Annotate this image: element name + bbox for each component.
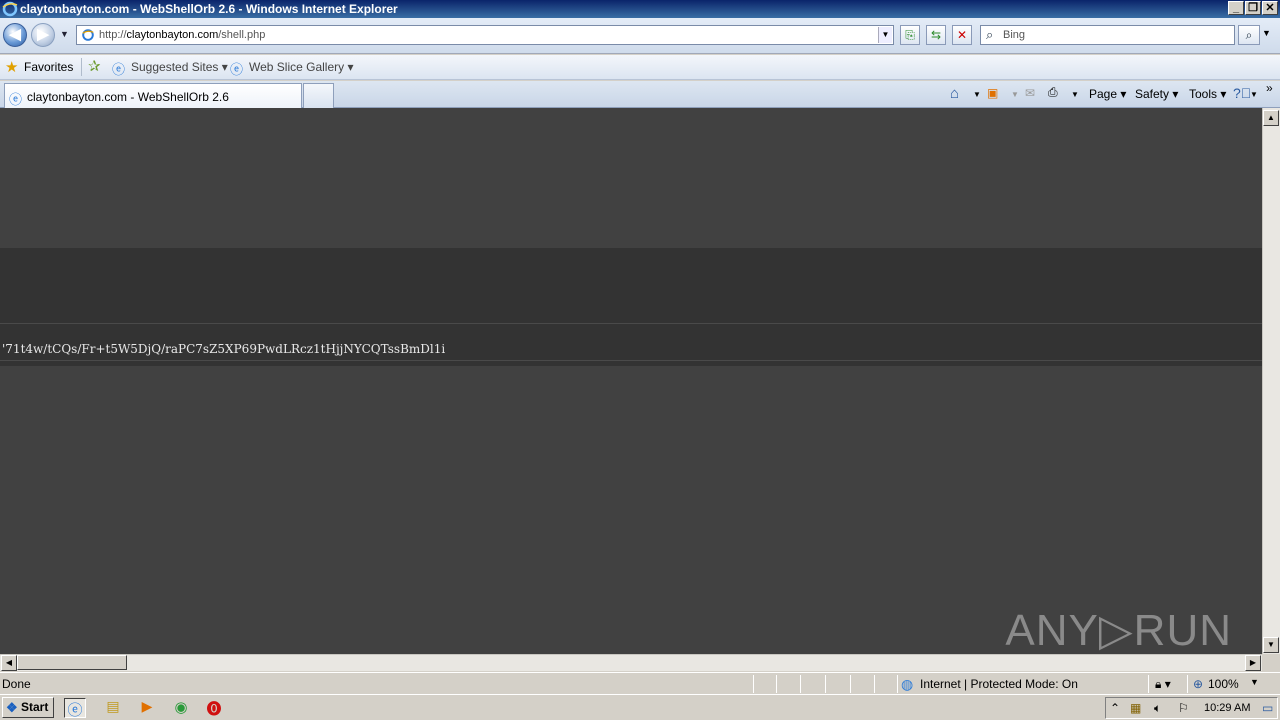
clock[interactable]: 10:29 AM [1204, 702, 1250, 714]
navigation-bar: ◀ ▶ ▼ http://claytonbayton.com/shell.php… [0, 18, 1280, 54]
back-button[interactable]: ◀ [3, 23, 27, 47]
favorites-bar: ★ Favorites ✰ ⓔ Suggested Sites ▾ ⓔ Web … [0, 55, 1280, 80]
tab-active[interactable]: ⓔ claytonbayton.com - WebShellOrb 2.6 [4, 83, 302, 108]
add-to-favorites-icon[interactable]: ✰ [88, 57, 101, 75]
search-magnifier-icon: ⌕ [986, 27, 994, 42]
taskbar-media-player-icon[interactable]: ▶ [136, 698, 158, 718]
web-slice-gallery-link[interactable]: Web Slice Gallery ▾ [249, 60, 354, 74]
zoom-icon[interactable]: ⊕ [1193, 677, 1203, 691]
feeds-dropdown-icon[interactable]: ▼ [1011, 90, 1019, 99]
read-mail-icon[interactable]: ✉ [1025, 86, 1035, 100]
taskbar-explorer-icon[interactable]: ▤ [102, 698, 124, 718]
close-button[interactable]: ✕ [1262, 1, 1278, 15]
favorites-star-icon: ★ [5, 59, 19, 76]
horizontal-scrollbar[interactable]: ◀ ▶ [0, 654, 1262, 671]
search-options-dropdown-icon[interactable]: ▼ [1262, 28, 1271, 38]
status-bar: Done ◍ Internet | Protected Mode: On 🔒︎ … [0, 672, 1280, 694]
taskbar-ie-icon[interactable]: ⓔ [64, 698, 86, 719]
address-bar[interactable]: http://claytonbayton.com/shell.php ▼ [76, 25, 894, 45]
start-button[interactable]: ❖ Start [2, 697, 54, 718]
ie-logo-icon [2, 1, 18, 17]
compatibility-view-icon[interactable]: ⎘ [900, 25, 920, 45]
divider [81, 58, 82, 76]
print-dropdown-icon[interactable]: ▼ [1071, 90, 1079, 99]
search-button[interactable]: ⌕ [1238, 25, 1260, 45]
help-dropdown-icon[interactable]: ▼ [1250, 90, 1258, 99]
page-content: '71t4w/tCQs/Fr+t5W5DjQ/raPC7sZ5XP69PwdLR… [0, 108, 1262, 654]
system-tray: ⌃ ▦ 🔈︎ ⚐ 10:29 AM ▭ [1105, 697, 1278, 719]
window-title: claytonbayton.com - WebShellOrb 2.6 - Wi… [20, 2, 398, 16]
scroll-down-icon[interactable]: ▼ [1263, 637, 1279, 653]
divider [850, 675, 851, 693]
divider [753, 675, 754, 693]
windows-logo-icon: ❖ [6, 700, 18, 715]
action-center-flag-icon[interactable]: ⚐ [1178, 701, 1189, 715]
scroll-right-icon[interactable]: ▶ [1245, 655, 1261, 671]
minimize-button[interactable]: _ [1228, 1, 1244, 15]
protected-mode-lock-icon[interactable]: 🔒︎ ▾ [1155, 677, 1171, 692]
status-text: Done [2, 677, 31, 691]
help-icon[interactable]: ?⃝ [1233, 85, 1251, 101]
address-url: http://claytonbayton.com/shell.php [99, 29, 266, 41]
anyrun-watermark: ANY▷RUN [1005, 606, 1232, 654]
scroll-up-icon[interactable]: ▲ [1263, 110, 1279, 126]
safety-menu[interactable]: Safety ▾ [1135, 87, 1178, 101]
restore-button[interactable]: ❐ [1245, 1, 1261, 15]
new-tab-button[interactable] [303, 83, 334, 108]
divider [0, 360, 1262, 361]
scroll-left-icon[interactable]: ◀ [1, 655, 17, 671]
forward-button[interactable]: ▶ [31, 23, 55, 47]
tab-bar: ⓔ claytonbayton.com - WebShellOrb 2.6 ⌂ … [0, 81, 1280, 108]
tools-menu[interactable]: Tools ▾ [1189, 87, 1226, 101]
suggested-sites-link[interactable]: Suggested Sites ▾ [131, 60, 228, 74]
taskbar-opera-icon[interactable]: ⓿ [203, 698, 225, 718]
zoom-level[interactable]: 100% [1208, 677, 1239, 691]
scrollbar-corner [1262, 654, 1280, 671]
page-menu[interactable]: Page ▾ [1089, 87, 1126, 101]
print-icon[interactable]: ⎙ [1048, 85, 1058, 100]
security-zone-text: Internet | Protected Mode: On [920, 677, 1078, 691]
tab-ie-icon: ⓔ [9, 92, 23, 107]
divider [1187, 675, 1188, 693]
favorites-button[interactable]: Favorites [24, 60, 73, 74]
divider [800, 675, 801, 693]
taskbar: ❖ Start ⓔ ▤ ▶ ◉ ⓿ ⌃ ▦ 🔈︎ ⚐ 10:29 AM ▭ [0, 694, 1280, 720]
chevron-more-icon[interactable]: » [1266, 81, 1273, 95]
tray-expand-icon[interactable]: ⌃ [1110, 701, 1120, 715]
divider [897, 675, 898, 693]
page-ie-icon [82, 29, 94, 41]
search-input[interactable]: ⌕ Bing [980, 25, 1235, 45]
refresh-icon[interactable]: ⇆ [926, 25, 946, 45]
vertical-scrollbar[interactable]: ▲ ▼ [1262, 108, 1280, 654]
tab-label: claytonbayton.com - WebShellOrb 2.6 [27, 90, 229, 104]
shell-output-text: '71t4w/tCQs/Fr+t5W5DjQ/raPC7sZ5XP69PwdLR… [2, 342, 446, 356]
start-label: Start [21, 700, 49, 714]
divider [825, 675, 826, 693]
show-desktop-icon[interactable]: ▭ [1262, 701, 1273, 715]
taskbar-chrome-icon[interactable]: ◉ [170, 698, 192, 718]
web-slice-ie-icon: ⓔ [230, 62, 244, 77]
title-bar: claytonbayton.com - WebShellOrb 2.6 - Wi… [0, 0, 1280, 18]
feeds-icon[interactable]: ▣ [987, 86, 998, 100]
recent-pages-dropdown-icon[interactable]: ▼ [60, 29, 69, 39]
horizontal-scroll-thumb[interactable] [17, 655, 127, 670]
home-icon[interactable]: ⌂ [950, 85, 959, 102]
stop-icon[interactable]: ✕ [952, 25, 972, 45]
divider [874, 675, 875, 693]
internet-globe-icon: ◍ [901, 676, 914, 692]
home-dropdown-icon[interactable]: ▼ [973, 90, 981, 99]
divider [776, 675, 777, 693]
divider [0, 323, 1262, 324]
suggested-sites-ie-icon: ⓔ [112, 62, 126, 77]
divider [1148, 675, 1149, 693]
zoom-dropdown-icon[interactable]: ▼ [1250, 677, 1259, 687]
address-dropdown-icon[interactable]: ▼ [878, 27, 892, 43]
volume-icon[interactable]: 🔈︎ [1154, 701, 1161, 716]
search-placeholder: Bing [1003, 29, 1026, 41]
tray-security-icon[interactable]: ▦ [1130, 701, 1141, 715]
